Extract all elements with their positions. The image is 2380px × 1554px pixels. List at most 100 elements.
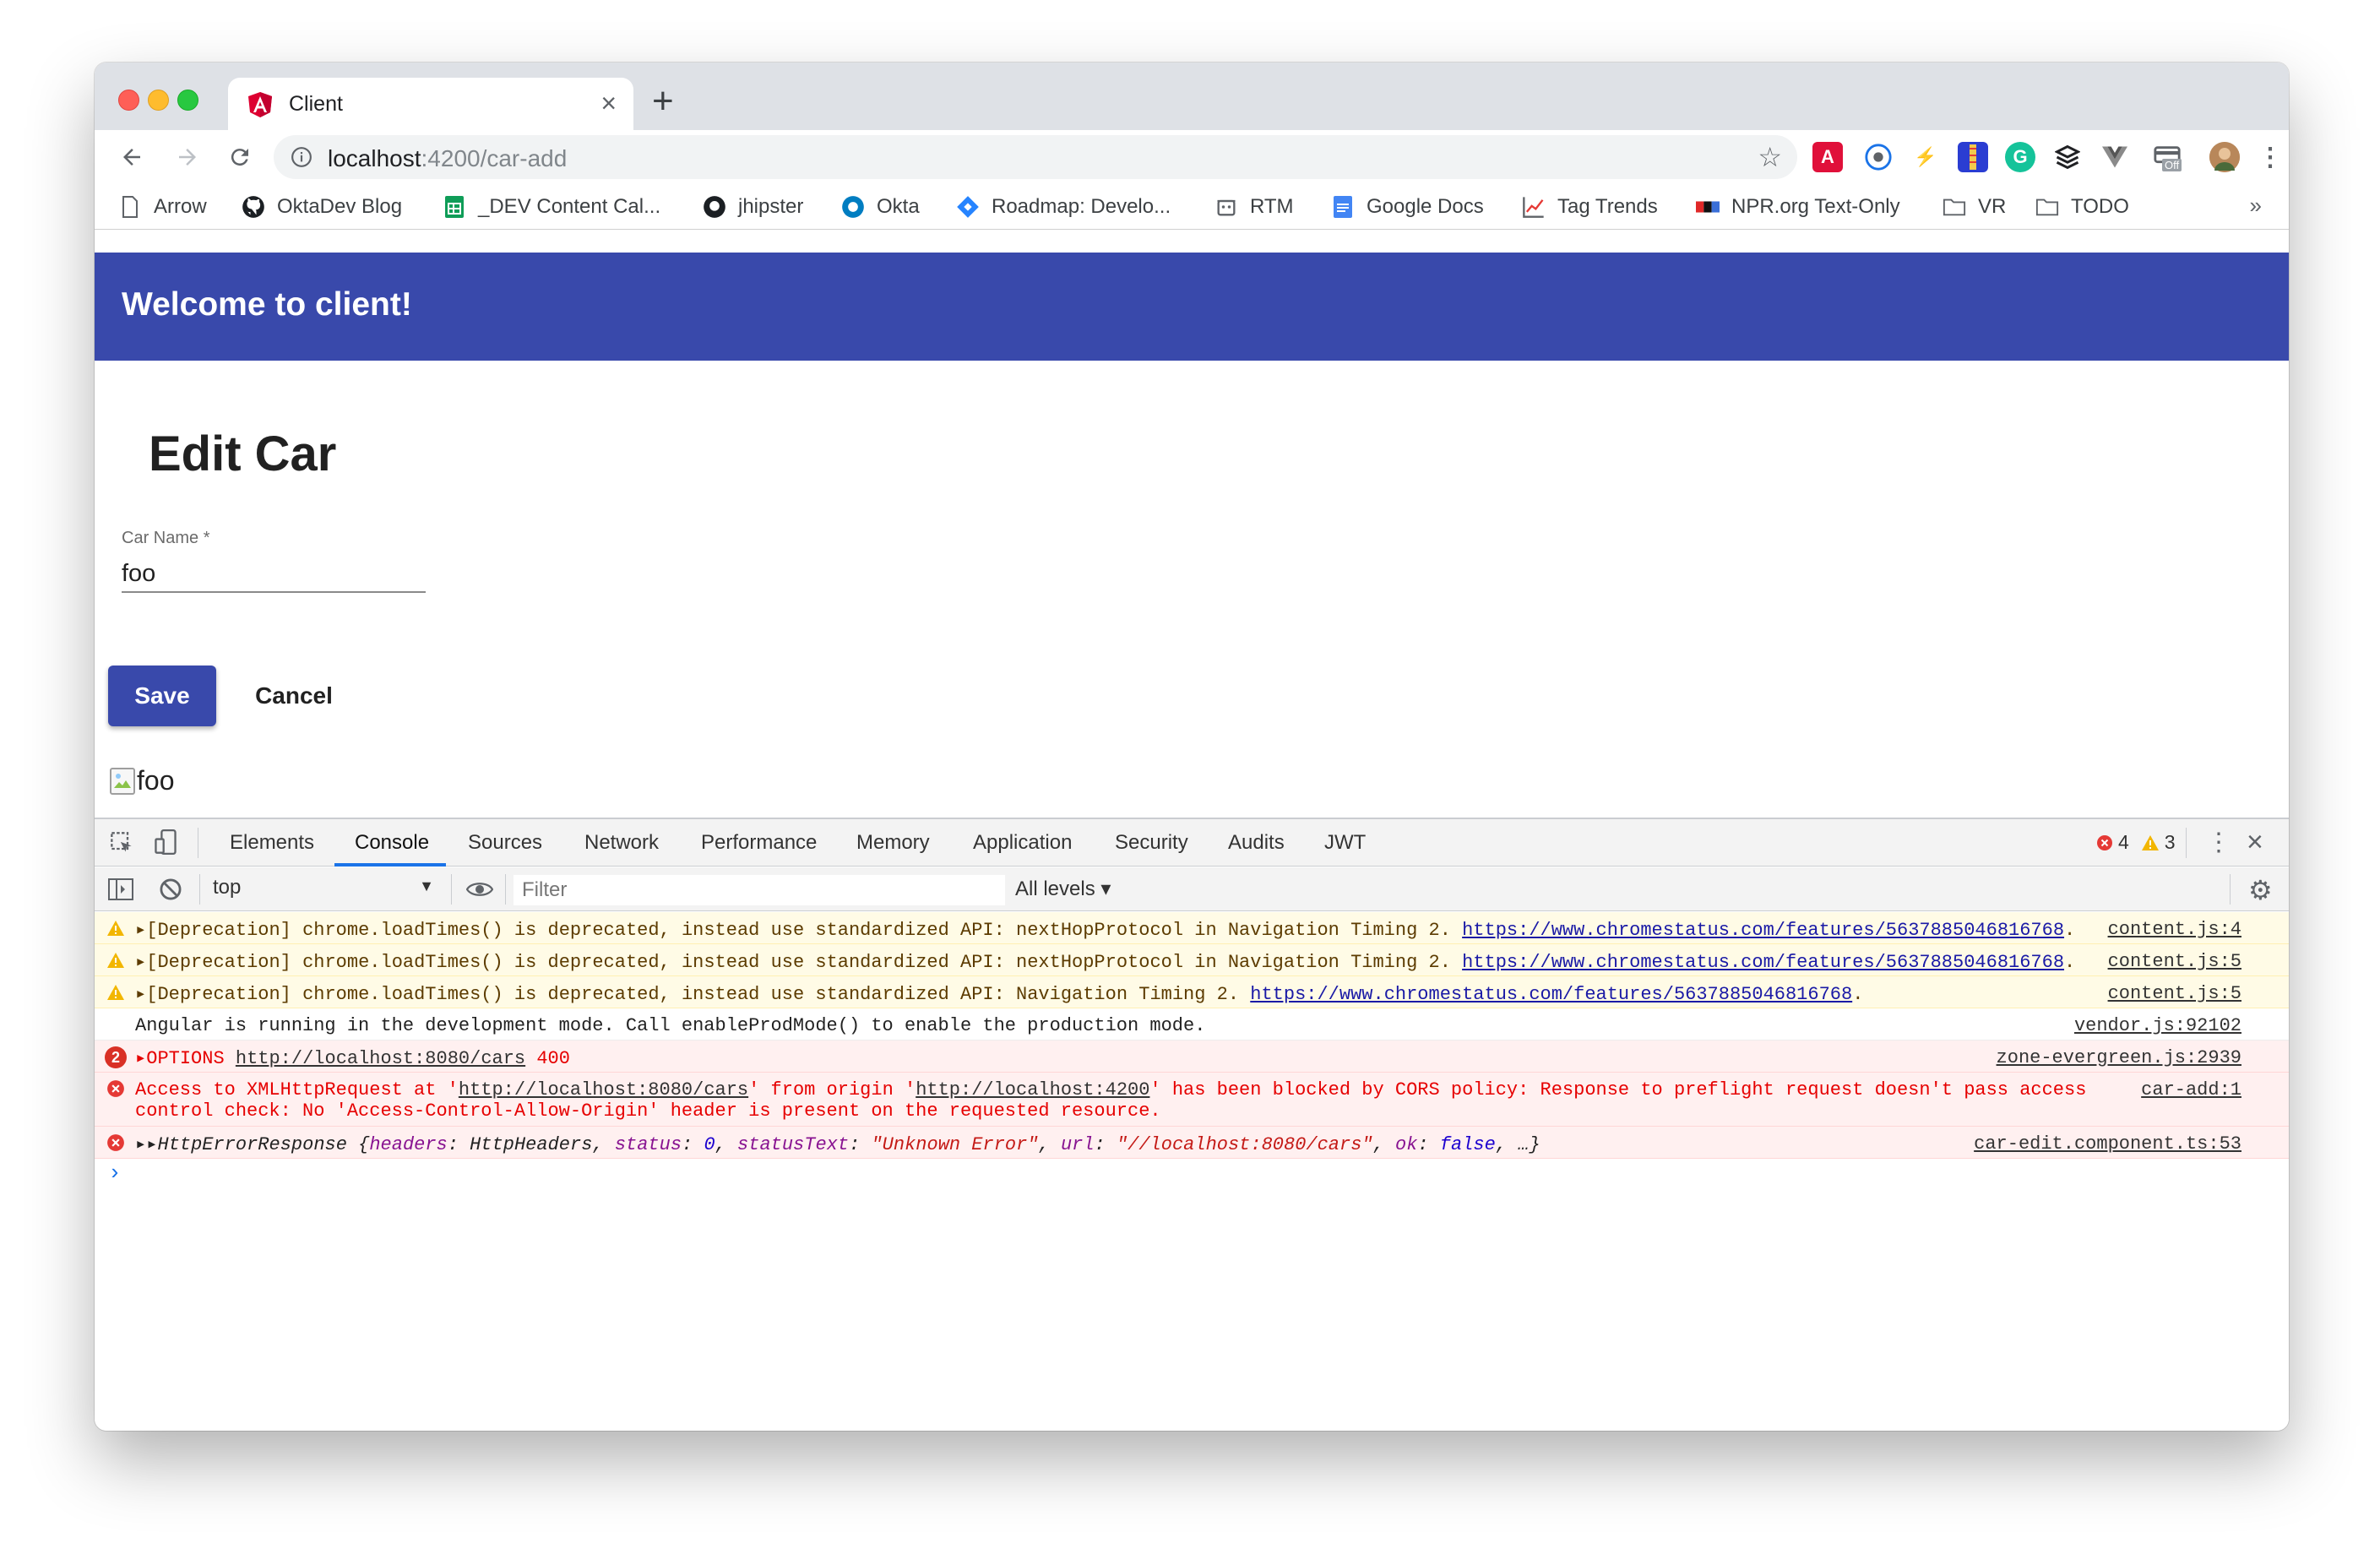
bookmark-star-icon[interactable]: ☆: [1758, 144, 1782, 171]
lightning-icon[interactable]: ⚡: [1910, 142, 1941, 172]
bookmark-google-docs[interactable]: Google Docs: [1331, 193, 1484, 221]
error-message[interactable]: Access to XMLHttpRequest at 'http://loca…: [135, 1079, 2086, 1100]
source-link[interactable]: content.js:5: [2108, 983, 2241, 1004]
console-warning: ▸[Deprecation] chrome.loadTimes() is dep…: [95, 944, 2289, 976]
bookmark-roadmap[interactable]: Roadmap: Develo...: [956, 193, 1171, 221]
tab-jwt[interactable]: JWT: [1324, 831, 1366, 855]
bookmark-dev-content-cal[interactable]: _DEV Content Cal...: [443, 193, 660, 221]
toolbar-divider: [505, 874, 506, 905]
clear-console-icon[interactable]: [159, 878, 182, 901]
folder-icon: [1943, 195, 1966, 219]
source-link[interactable]: content.js:4: [2108, 919, 2241, 940]
vue-devtools-icon[interactable]: [2100, 142, 2130, 172]
tab-sources[interactable]: Sources: [468, 831, 542, 855]
warning-message[interactable]: ▸[Deprecation] chrome.loadTimes() is dep…: [135, 983, 1863, 1005]
devtools-tab-bar: Elements Console Sources Network Perform…: [95, 819, 2289, 867]
car-name-input[interactable]: [122, 556, 426, 593]
angular-icon: [248, 92, 272, 117]
tab-performance[interactable]: Performance: [701, 831, 817, 855]
back-button[interactable]: [113, 139, 150, 176]
extension-red-icon[interactable]: A: [1812, 142, 1843, 172]
console-log: Angular is running in the development mo…: [95, 1008, 2289, 1041]
error-message[interactable]: ▸OPTIONS http://localhost:8080/cars 400: [135, 1047, 570, 1069]
context-select[interactable]: top ▼: [213, 876, 434, 903]
chromestatus-link[interactable]: https://www.chromestatus.com/features/56…: [1462, 920, 2064, 941]
log-levels-dropdown[interactable]: All levels ▾: [1015, 877, 1111, 901]
bookmark-arrow[interactable]: Arrow: [118, 193, 207, 221]
cancel-button[interactable]: Cancel: [243, 666, 345, 726]
close-window-button[interactable]: [118, 90, 139, 111]
tab-network[interactable]: Network: [584, 831, 659, 855]
chart-icon: [1522, 195, 1546, 219]
console-prompt[interactable]: ›: [108, 1160, 122, 1186]
issue-counts[interactable]: 4 3: [2096, 831, 2176, 854]
bookmark-tag-trends[interactable]: Tag Trends: [1522, 193, 1658, 221]
devtools-menu-icon[interactable]: ⋮: [2206, 828, 2231, 857]
tab-elements[interactable]: Elements: [230, 831, 314, 855]
console-error: Access to XMLHttpRequest at 'http://loca…: [95, 1073, 2289, 1127]
bookmark-npr[interactable]: NPR.org Text-Only: [1696, 193, 1900, 221]
console-prompt-row[interactable]: ›: [95, 1159, 2289, 1193]
error-message-line2: control check: No 'Access-Control-Allow-…: [135, 1100, 1161, 1122]
folder-icon: [2035, 195, 2059, 219]
devtools-close-icon[interactable]: ×: [2247, 826, 2263, 859]
warning-message[interactable]: ▸[Deprecation] chrome.loadTimes() is dep…: [135, 919, 2075, 941]
chromestatus-link[interactable]: https://www.chromestatus.com/features/56…: [1250, 984, 1852, 1005]
save-button[interactable]: Save: [108, 666, 216, 726]
bookmark-okta[interactable]: Okta: [841, 193, 920, 221]
extension-ruler-icon[interactable]: [1958, 142, 1988, 172]
address-bar[interactable]: localhost:4200/car-add ☆: [274, 135, 1797, 179]
layers-icon[interactable]: [2052, 142, 2083, 172]
source-link[interactable]: vendor.js:92102: [2074, 1015, 2241, 1036]
console-error: ▸▸HttpErrorResponse {headers: HttpHeader…: [95, 1127, 2289, 1159]
minimize-window-button[interactable]: [148, 90, 169, 111]
tab-security[interactable]: Security: [1115, 831, 1188, 855]
browser-menu-icon[interactable]: ⋮: [2255, 142, 2285, 172]
toolbar-divider: [199, 874, 200, 905]
bookmark-folder-todo[interactable]: TODO: [2035, 193, 2129, 221]
api-link[interactable]: http://localhost:8080/cars: [459, 1079, 748, 1100]
new-tab-button[interactable]: +: [652, 83, 674, 120]
tab-console[interactable]: Console: [355, 831, 429, 855]
api-link[interactable]: http://localhost:8080/cars: [236, 1048, 525, 1069]
forward-button[interactable]: [169, 139, 206, 176]
live-expression-eye-icon[interactable]: [466, 878, 493, 901]
console-filter-input[interactable]: [513, 875, 1005, 905]
bookmark-jhipster[interactable]: jhipster: [703, 193, 803, 221]
console-warning: ▸[Deprecation] chrome.loadTimes() is dep…: [95, 912, 2289, 944]
grammarly-icon[interactable]: G: [2005, 142, 2035, 172]
console-settings-gear-icon[interactable]: ⚙: [2248, 874, 2273, 906]
repeat-count-badge: 2: [105, 1046, 127, 1068]
source-link[interactable]: car-edit.component.ts:53: [1974, 1133, 2241, 1155]
car-image: foo: [110, 765, 174, 796]
source-link[interactable]: content.js:5: [2108, 951, 2241, 972]
error-object[interactable]: ▸▸HttpErrorResponse {headers: HttpHeader…: [135, 1133, 1540, 1155]
error-icon: [107, 1134, 124, 1151]
extension-password-icon[interactable]: [1863, 142, 1894, 172]
zoom-window-button[interactable]: [177, 90, 198, 111]
tab-application[interactable]: Application: [973, 831, 1072, 855]
source-link[interactable]: car-add:1: [2141, 1079, 2241, 1100]
tab-audits[interactable]: Audits: [1228, 831, 1285, 855]
bookmarks-bar: Arrow OktaDev Blog _DEV Content Cal... j…: [95, 184, 2289, 230]
bookmark-rtm[interactable]: RTM: [1214, 193, 1294, 221]
bookmark-oktadev-blog[interactable]: OktaDev Blog: [242, 193, 402, 221]
extension-off-icon[interactable]: Off: [2149, 142, 2186, 172]
info-icon[interactable]: [291, 146, 312, 168]
inspect-element-icon[interactable]: [110, 831, 133, 855]
origin-link[interactable]: http://localhost:4200: [916, 1079, 1149, 1100]
browser-tab[interactable]: Client ×: [228, 78, 633, 130]
device-toolbar-icon[interactable]: [154, 829, 177, 855]
bookmark-folder-vr[interactable]: VR: [1943, 193, 2006, 221]
bookmarks-overflow-button[interactable]: »: [2250, 193, 2262, 219]
warning-message[interactable]: ▸[Deprecation] chrome.loadTimes() is dep…: [135, 951, 2075, 973]
chromestatus-link[interactable]: https://www.chromestatus.com/features/56…: [1462, 952, 2064, 973]
tab-memory[interactable]: Memory: [856, 831, 930, 855]
warning-icon: [107, 953, 124, 968]
tab-close-icon[interactable]: ×: [600, 88, 617, 118]
sidebar-toggle-icon[interactable]: [108, 878, 133, 901]
app-title: Welcome to client!: [122, 286, 412, 323]
source-link[interactable]: zone-evergreen.js:2939: [1997, 1047, 2241, 1068]
reload-button[interactable]: [221, 139, 258, 176]
avatar[interactable]: [2209, 142, 2240, 172]
